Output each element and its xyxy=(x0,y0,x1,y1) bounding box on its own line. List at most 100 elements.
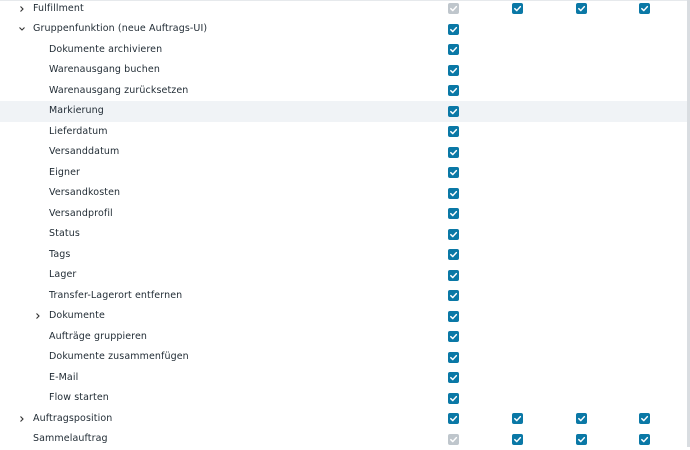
permission-checkbox[interactable] xyxy=(448,187,459,199)
checkmark-icon xyxy=(450,87,458,94)
chevron-down-icon[interactable] xyxy=(17,24,27,34)
tree-row-label: Dokumente xyxy=(49,310,105,321)
checkmark-icon xyxy=(514,436,522,442)
permission-checkbox[interactable] xyxy=(512,433,523,445)
permission-checkbox[interactable] xyxy=(448,126,459,137)
permission-checkbox[interactable] xyxy=(576,433,587,445)
checkmark-icon xyxy=(450,46,458,53)
tree-row[interactable]: Gruppenfunktion (neue Auftrags-UI) xyxy=(0,19,687,40)
checkmark-icon xyxy=(450,395,458,401)
tree-row[interactable]: Status xyxy=(0,224,687,245)
tree-row-label: Markierung xyxy=(49,105,104,116)
checkmark-icon xyxy=(450,5,458,12)
tree-row[interactable]: Versandkosten xyxy=(0,183,687,204)
checkmark-icon xyxy=(578,5,586,12)
tree-row[interactable]: Aufträge gruppieren xyxy=(0,327,687,348)
tree-row-label: Gruppenfunktion (neue Auftrags-UI) xyxy=(33,23,208,34)
checkmark-icon xyxy=(450,292,458,299)
tree-row-label: Auftragsposition xyxy=(33,412,113,424)
tree-row-label: Sammelauftrag xyxy=(33,433,108,444)
permission-checkbox[interactable] xyxy=(639,433,650,445)
chevron-right-icon[interactable] xyxy=(17,414,27,424)
tree-row[interactable]: Versanddatum xyxy=(0,142,687,163)
tree-row-label: Warenausgang zurücksetzen xyxy=(49,84,189,96)
checkmark-icon xyxy=(450,231,458,237)
permission-checkbox[interactable] xyxy=(639,413,650,424)
permission-checkbox[interactable] xyxy=(448,372,459,383)
tree-row[interactable]: Dokumente archivieren xyxy=(0,40,687,61)
tree-row-label: Aufträge gruppieren xyxy=(49,330,148,342)
tree-row[interactable]: Auftragsposition xyxy=(0,409,687,430)
tree-row-label: Versanddatum xyxy=(49,146,120,157)
tree-row[interactable]: Transfer-Lagerort entfernen xyxy=(0,286,687,307)
permission-checkbox[interactable] xyxy=(448,64,459,76)
tree-row[interactable]: Fulfillment xyxy=(0,0,687,19)
permission-checkbox[interactable] xyxy=(512,413,523,424)
checkmark-icon xyxy=(514,5,522,12)
tree-row-label: E-Mail xyxy=(49,371,79,383)
permission-checkbox[interactable] xyxy=(448,105,459,117)
tree-row-label: Versandkosten xyxy=(49,187,121,198)
tree-row[interactable]: Warenausgang zurücksetzen xyxy=(0,81,687,102)
permission-checkbox[interactable] xyxy=(448,392,459,404)
tree-row[interactable]: Dokumente xyxy=(0,306,687,327)
checkmark-icon xyxy=(450,251,458,258)
permission-checkbox[interactable] xyxy=(512,3,523,14)
checkmark-icon xyxy=(450,149,458,155)
tree-row-label: Lager xyxy=(49,269,77,280)
checkmark-icon xyxy=(450,415,458,422)
tree-row-label: Dokumente archivieren xyxy=(49,43,163,55)
tree-row[interactable]: Flow starten xyxy=(0,388,687,409)
permission-checkbox[interactable] xyxy=(448,23,459,35)
permission-checkbox[interactable] xyxy=(448,290,459,301)
tree-row[interactable]: Warenausgang buchen xyxy=(0,60,687,81)
permission-checkbox[interactable] xyxy=(448,413,459,424)
tree-row-label: Dokumente zusammenfügen xyxy=(49,351,189,362)
permission-checkbox[interactable] xyxy=(448,208,459,219)
checkmark-icon xyxy=(450,210,458,217)
permission-checkbox[interactable] xyxy=(448,146,459,158)
checkmark-icon xyxy=(578,436,586,442)
tree-row-label: Flow starten xyxy=(49,392,109,403)
tree-row-label: Versandprofil xyxy=(49,207,113,219)
tree-row[interactable]: Sammelauftrag xyxy=(0,429,687,450)
tree-row[interactable]: Lieferdatum xyxy=(0,122,687,143)
permission-checkbox[interactable] xyxy=(448,310,459,322)
tree-row-label: Status xyxy=(49,228,80,239)
permission-checkbox[interactable] xyxy=(576,3,587,14)
checkmark-icon xyxy=(450,128,458,135)
tree-row-label: Tags xyxy=(49,248,71,260)
chevron-right-icon[interactable] xyxy=(33,311,43,321)
tree-row[interactable]: E-Mail xyxy=(0,368,687,389)
permission-checkbox[interactable] xyxy=(448,167,459,178)
permission-checkbox[interactable] xyxy=(448,85,459,96)
permission-checkbox[interactable] xyxy=(448,228,459,240)
permission-checkbox[interactable] xyxy=(448,351,459,363)
tree-row-label: Eigner xyxy=(49,166,81,178)
tree-row[interactable]: Markierung xyxy=(0,101,687,122)
tree-row[interactable]: Eigner xyxy=(0,163,687,184)
permission-checkbox[interactable] xyxy=(576,413,587,424)
chevron-right-icon[interactable] xyxy=(17,4,27,14)
tree-row[interactable]: Dokumente zusammenfügen xyxy=(0,347,687,368)
permission-checkbox[interactable] xyxy=(448,269,459,281)
tree-row[interactable]: Lager xyxy=(0,265,687,286)
checkmark-icon xyxy=(450,374,458,381)
tree-row[interactable]: Versandprofil xyxy=(0,204,687,225)
tree-row-label: Transfer-Lagerort entfernen xyxy=(49,289,183,301)
checkmark-icon xyxy=(450,67,458,73)
checkmark-icon xyxy=(450,436,458,442)
checkmark-icon xyxy=(514,415,522,422)
checkmark-icon xyxy=(641,436,649,442)
permission-checkbox[interactable] xyxy=(448,249,459,260)
permission-checkbox[interactable] xyxy=(448,44,459,55)
checkmark-icon xyxy=(450,169,458,176)
permission-checkbox[interactable] xyxy=(639,3,650,14)
tree-row[interactable]: Tags xyxy=(0,245,687,266)
checkmark-icon xyxy=(641,415,649,422)
checkmark-icon xyxy=(450,26,458,32)
permission-checkbox xyxy=(448,433,459,445)
permission-checkbox xyxy=(448,3,459,14)
checkmark-icon xyxy=(450,354,458,360)
permission-checkbox[interactable] xyxy=(448,331,459,342)
